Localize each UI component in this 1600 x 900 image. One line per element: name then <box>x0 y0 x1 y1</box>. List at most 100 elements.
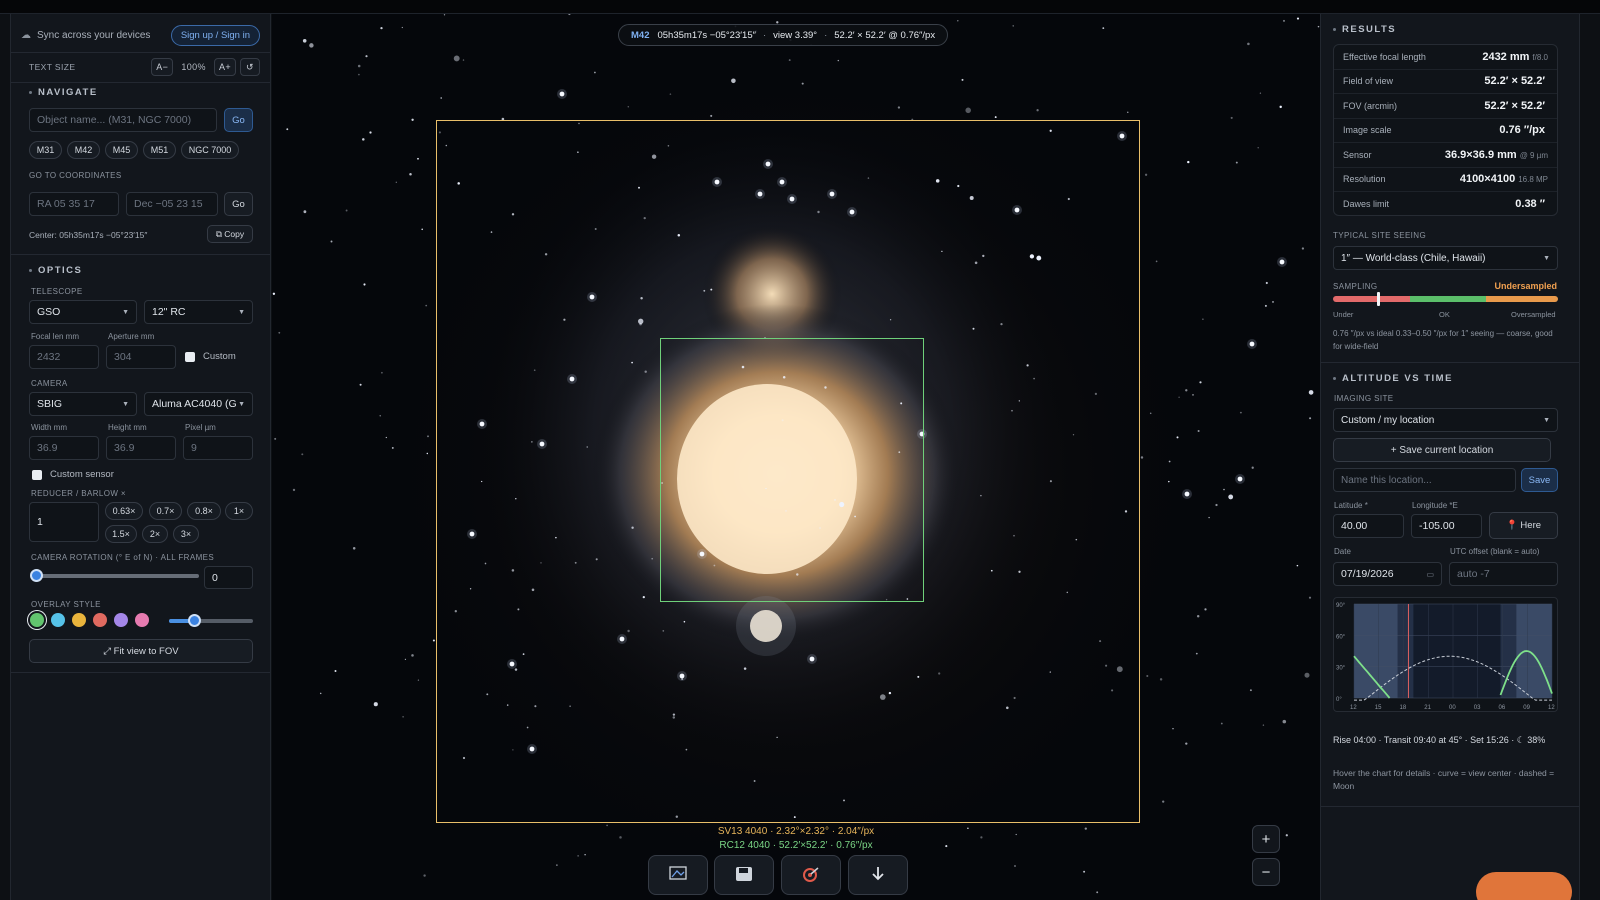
image-icon <box>669 866 687 883</box>
coords-go-button[interactable]: Go <box>224 192 253 216</box>
altitude-section-title: ALTITUDE VS TIME <box>1333 373 1453 384</box>
copy-button[interactable]: ⧉ Copy <box>207 225 253 243</box>
reducer-field[interactable]: 1 <box>29 502 99 542</box>
image-tool-button[interactable] <box>648 855 708 895</box>
target-tool-button[interactable] <box>781 855 841 895</box>
rotation-slider-handle[interactable] <box>30 569 43 582</box>
longitude-field[interactable]: -105.00 <box>1411 514 1482 538</box>
overlay-color-swatch[interactable] <box>93 613 107 627</box>
overlay-color-swatch[interactable] <box>51 613 65 627</box>
chart-x-tick: 03 <box>1474 705 1481 711</box>
rotation-slider[interactable] <box>30 569 199 582</box>
barlow-preset-15[interactable]: 1.5× <box>105 525 137 543</box>
target-icon <box>802 866 820 885</box>
result-row: FOV (arcmin) 52.2′ × 52.2′ <box>1334 94 1557 119</box>
text-size-value: 100% <box>181 62 206 72</box>
rotation-field[interactable]: 0 <box>204 566 253 589</box>
text-size-reset-button[interactable]: ↺ <box>240 58 260 76</box>
chart-hint: Hover the chart for details · curve = vi… <box>1333 768 1555 791</box>
text-size-increase-button[interactable]: A+ <box>213 58 236 76</box>
reducer-preset-08[interactable]: 0.8× <box>187 502 221 520</box>
checkbox-box[interactable] <box>185 351 195 362</box>
imaging-site-label: IMAGING SITE <box>1334 394 1394 403</box>
width-label: Width mm <box>31 423 67 432</box>
save-location-button[interactable]: Save <box>1521 468 1558 492</box>
zoom-in-button[interactable]: + <box>1252 825 1280 853</box>
text-size-decrease-button[interactable]: A− <box>151 58 174 76</box>
save-tool-button[interactable] <box>714 855 774 895</box>
download-tool-button[interactable] <box>848 855 908 895</box>
quick-target-m45[interactable]: M45 <box>105 141 138 159</box>
result-label: Image scale <box>1343 125 1392 136</box>
signin-button[interactable]: Sign up / Sign in <box>170 24 260 46</box>
chevron-down-icon: ▼ <box>122 308 129 316</box>
altitude-chart-svg[interactable]: 90° 60° 30° 0° 12 15 18 21 00 03 06 09 12 <box>1334 598 1559 713</box>
sync-row: ☁ Sync across your devices Sign up / Sig… <box>11 22 270 48</box>
fov-frame-inner[interactable] <box>660 338 924 602</box>
utc-offset-label: UTC offset (blank = auto) <box>1450 547 1540 556</box>
quick-target-m42[interactable]: M42 <box>67 141 100 159</box>
barlow-preset-3[interactable]: 3× <box>173 525 199 543</box>
sampling-over-label: Oversampled <box>1511 310 1556 319</box>
results-panel: RESULTS Effective focal length 2432 mm f/8… <box>1320 14 1580 900</box>
calendar-icon[interactable]: ▭ <box>1426 570 1434 579</box>
object-search-input[interactable]: Object name... (M31, NGC 7000) <box>29 108 217 132</box>
overlay-opacity-slider[interactable] <box>169 614 253 627</box>
checkbox-box[interactable] <box>32 469 42 480</box>
overlay-color-swatch[interactable] <box>114 613 128 627</box>
camera-brand-select[interactable]: SBIG ▼ <box>29 392 137 416</box>
save-current-location-button[interactable]: + Save current location <box>1333 438 1551 462</box>
object-go-button[interactable]: Go <box>224 108 253 132</box>
chevron-down-icon: ▼ <box>1543 416 1550 424</box>
sensor-width-field[interactable]: 36.9 <box>29 436 99 460</box>
seeing-select[interactable]: 1″ — World-class (Chile, Hawaii) ▼ <box>1333 246 1558 270</box>
app-root: ☁ Sync across your devices Sign up / Sig… <box>0 0 1600 900</box>
fit-view-button[interactable]: ⤢ Fit view to FOV <box>29 639 253 663</box>
utc-offset-field[interactable]: auto -7 <box>1449 562 1558 586</box>
altitude-chart[interactable]: 90° 60° 30° 0° 12 15 18 21 00 03 06 09 12 <box>1333 597 1558 712</box>
latitude-field[interactable]: 40.00 <box>1333 514 1404 538</box>
result-value: 52.2′ × 52.2′ <box>1484 75 1545 88</box>
chevron-down-icon: ▼ <box>122 400 129 408</box>
date-field[interactable]: 07/19/2026 ▭ <box>1333 562 1442 586</box>
sampling-note: 0.76 ″/px vs ideal 0.33–0.50 ″/px for 1″… <box>1333 329 1553 351</box>
zoom-out-button[interactable]: − <box>1252 858 1280 886</box>
overlay-color-swatch[interactable] <box>30 613 44 627</box>
pixel-size-field[interactable]: 9 <box>183 436 253 460</box>
result-row: Effective focal length 2432 mm f/8.0 <box>1334 45 1557 70</box>
location-name-input[interactable]: Name this location... <box>1333 468 1516 492</box>
quick-target-m31[interactable]: M31 <box>29 141 62 159</box>
dec-input[interactable]: Dec −05 23 15 <box>126 192 218 216</box>
quick-target-m51[interactable]: M51 <box>143 141 176 159</box>
floating-action-button[interactable] <box>1476 872 1572 900</box>
imaging-site-select[interactable]: Custom / my location ▼ <box>1333 408 1558 432</box>
reducer-preset-1[interactable]: 1× <box>225 502 253 520</box>
download-icon <box>870 866 886 885</box>
focal-length-field[interactable]: 2432 <box>29 345 99 369</box>
altitude-summary: Rise 04:00 · Transit 09:40 at 45° · Set … <box>1333 735 1546 745</box>
overlay-opacity-handle[interactable] <box>188 614 202 627</box>
barlow-preset-2[interactable]: 2× <box>142 525 168 543</box>
aperture-label: Aperture mm <box>108 332 155 341</box>
telescope-brand-select[interactable]: GSO ▼ <box>29 300 137 324</box>
overlay-color-swatch[interactable] <box>72 613 86 627</box>
overlay-color-swatch[interactable] <box>135 613 149 627</box>
here-location-button[interactable]: 📍 Here <box>1489 512 1558 539</box>
sensor-height-field[interactable]: 36.9 <box>106 436 176 460</box>
reducer-preset-063[interactable]: 0.63× <box>105 502 143 520</box>
quick-target-ngc7000[interactable]: NGC 7000 <box>181 141 239 159</box>
view-extent: view 3.39° <box>773 29 818 41</box>
custom-telescope-checkbox[interactable]: Custom <box>185 351 236 362</box>
aperture-field[interactable]: 304 <box>106 345 176 369</box>
telescope-model-select[interactable]: 12" RC ▼ <box>144 300 253 324</box>
sky-viewport[interactable]: M42 05h35m17s −05°23′15″ · view 3.39° · … <box>272 14 1320 900</box>
height-label: Height mm <box>108 423 147 432</box>
result-label: Resolution <box>1343 174 1386 185</box>
overlay-style-label: OVERLAY STYLE <box>31 600 101 609</box>
divider <box>1321 806 1579 807</box>
custom-sensor-checkbox[interactable]: Custom sensor <box>32 469 114 480</box>
ra-input[interactable]: RA 05 35 17 <box>29 192 119 216</box>
result-label: Effective focal length <box>1343 51 1426 62</box>
camera-model-select[interactable]: Aluma AC4040 (G ▼ <box>144 392 253 416</box>
reducer-preset-07[interactable]: 0.7× <box>149 502 182 520</box>
